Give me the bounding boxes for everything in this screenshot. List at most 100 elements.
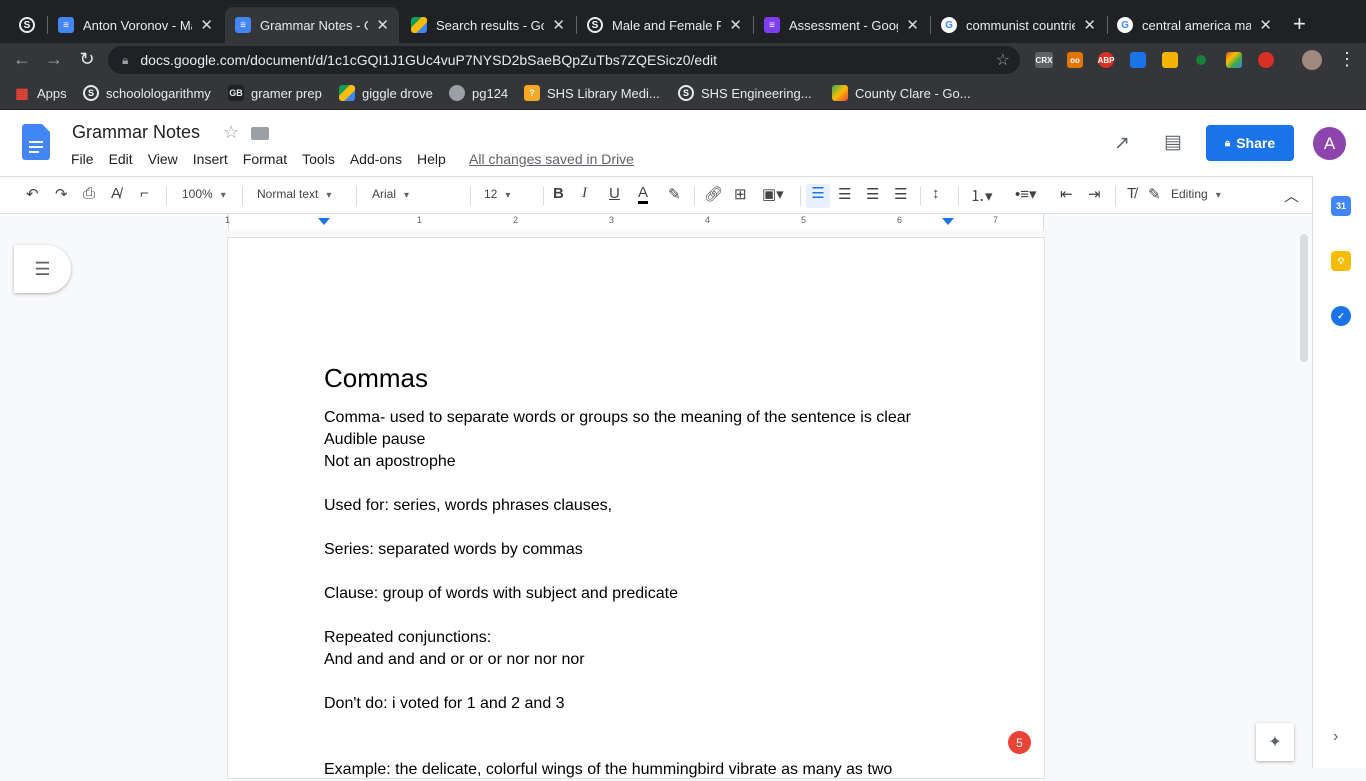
- star-icon[interactable]: ☆: [223, 122, 239, 143]
- tab-5[interactable]: ≡ Assessment - Goog ✕: [754, 7, 929, 43]
- add-comment-icon[interactable]: ⊞: [734, 185, 747, 203]
- tab-2[interactable]: ≡ Grammar Notes - G ✕: [225, 7, 399, 43]
- crx-extension-icon[interactable]: CRX: [1035, 52, 1053, 68]
- profile-avatar[interactable]: [1302, 50, 1322, 70]
- menu-format[interactable]: Format: [243, 151, 287, 167]
- tab-1[interactable]: ≡ Anton Voronov - Ma ✕: [48, 7, 223, 43]
- numbered-list-icon[interactable]: ⒈▾: [970, 185, 993, 206]
- tab-7[interactable]: G central america map ✕: [1107, 7, 1282, 43]
- close-icon[interactable]: ✕: [1083, 16, 1096, 34]
- decrease-indent-icon[interactable]: ⇤: [1060, 185, 1073, 203]
- align-right-icon[interactable]: ☰: [866, 185, 879, 203]
- extension-icon[interactable]: [1130, 52, 1146, 68]
- bookmark-apps[interactable]: ▦ Apps: [14, 85, 66, 101]
- back-button[interactable]: ←: [10, 49, 34, 70]
- font-select[interactable]: Arial: [372, 187, 462, 201]
- expand-panel-icon[interactable]: ›: [1333, 728, 1338, 746]
- text-color-icon[interactable]: A: [638, 185, 649, 204]
- document-title[interactable]: Grammar Notes: [72, 122, 200, 143]
- url-text: docs.google.com/document/d/1c1cGQI1J1GUc…: [140, 52, 718, 68]
- tab-0[interactable]: S: [8, 7, 46, 43]
- menu-help[interactable]: Help: [417, 151, 446, 167]
- comments-icon[interactable]: ▤: [1164, 131, 1182, 154]
- extension-icon[interactable]: [1162, 52, 1178, 68]
- clear-formatting-icon[interactable]: T̸: [1127, 185, 1136, 202]
- bold-icon[interactable]: B: [553, 185, 564, 202]
- underline-icon[interactable]: U: [609, 185, 620, 202]
- folder-icon[interactable]: [251, 127, 269, 140]
- extension-icon[interactable]: [1258, 52, 1274, 68]
- activity-trend-icon[interactable]: ↗: [1114, 132, 1130, 155]
- bookmark-giggle-drove[interactable]: giggle drove: [339, 85, 433, 101]
- toolbar-divider: [958, 186, 959, 206]
- close-icon[interactable]: ✕: [552, 16, 565, 34]
- paint-format-icon[interactable]: ⌐: [140, 185, 149, 202]
- italic-icon[interactable]: I: [582, 185, 587, 202]
- tab-4[interactable]: S Male and Female Re ✕: [577, 7, 752, 43]
- menu-addons[interactable]: Add-ons: [350, 151, 402, 167]
- style-select[interactable]: Normal text: [257, 187, 347, 201]
- comment-count-badge[interactable]: 5: [1008, 731, 1031, 754]
- tab-6[interactable]: G communist countrie ✕: [931, 7, 1106, 43]
- save-status[interactable]: All changes saved in Drive: [469, 151, 634, 167]
- calendar-icon[interactable]: 31: [1331, 196, 1351, 216]
- adblock-extension-icon[interactable]: ABP: [1098, 52, 1114, 68]
- zoom-select[interactable]: 100%: [182, 187, 226, 201]
- account-avatar[interactable]: A: [1313, 127, 1346, 160]
- bookmark-schoology[interactable]: S schoolologarithmy: [83, 85, 211, 101]
- increase-indent-icon[interactable]: ⇥: [1088, 185, 1101, 203]
- font-size-select[interactable]: 12: [484, 187, 534, 201]
- explore-icon[interactable]: ✦: [1256, 723, 1294, 761]
- new-tab-button[interactable]: +: [1293, 11, 1306, 37]
- highlight-icon[interactable]: ✎: [668, 185, 681, 203]
- align-center-icon[interactable]: ☰: [838, 185, 851, 203]
- owl-extension-icon[interactable]: oo: [1067, 52, 1083, 68]
- link-icon[interactable]: 🔗︎: [704, 185, 723, 203]
- share-button[interactable]: 🔒︎ Share: [1206, 125, 1294, 161]
- menu-file[interactable]: File: [71, 151, 94, 167]
- reload-button[interactable]: ↻: [75, 49, 99, 70]
- bookmark-shs-library[interactable]: ? SHS Library Medi...: [524, 85, 660, 101]
- menu-edit[interactable]: Edit: [109, 151, 133, 167]
- tasks-icon[interactable]: ✓: [1331, 306, 1351, 326]
- vertical-scrollbar[interactable]: [1298, 230, 1312, 768]
- close-icon[interactable]: ✕: [1259, 16, 1272, 34]
- line-spacing-icon[interactable]: ↕: [932, 185, 940, 202]
- bulleted-list-icon[interactable]: •≡▾: [1015, 185, 1037, 203]
- menu-tools[interactable]: Tools: [302, 151, 335, 167]
- keep-icon[interactable]: 💡︎: [1331, 251, 1351, 271]
- browser-menu-icon[interactable]: ⋮: [1338, 49, 1356, 70]
- menu-view[interactable]: View: [148, 151, 178, 167]
- bookmark-shs-engineering[interactable]: S SHS Engineering...: [678, 85, 812, 101]
- document-body[interactable]: Commas Comma- used to separate words or …: [324, 364, 911, 781]
- tab-3[interactable]: Search results - Go ✕: [401, 7, 575, 43]
- scrollbar-thumb[interactable]: [1300, 234, 1308, 362]
- menu-bar: File Edit View Insert Format Tools Add-o…: [71, 151, 461, 167]
- bookmark-county-clare[interactable]: County Clare - Go...: [832, 85, 971, 101]
- mode-select[interactable]: Editing: [1171, 187, 1267, 201]
- spellcheck-icon[interactable]: A̸: [111, 185, 121, 202]
- close-icon[interactable]: ✕: [729, 16, 742, 34]
- menu-insert[interactable]: Insert: [193, 151, 228, 167]
- close-icon[interactable]: ✕: [376, 16, 389, 34]
- close-icon[interactable]: ✕: [200, 16, 213, 34]
- omnibox[interactable]: 🔒︎ docs.google.com/document/d/1c1cGQI1J1…: [108, 46, 1020, 74]
- close-icon[interactable]: ✕: [906, 16, 919, 34]
- redo-icon[interactable]: ↷: [55, 185, 68, 203]
- undo-icon[interactable]: ↶: [26, 185, 39, 203]
- forward-button[interactable]: →: [42, 49, 66, 70]
- left-indent-marker[interactable]: [318, 218, 330, 225]
- collapse-toolbar-icon[interactable]: ︿: [1284, 185, 1299, 206]
- bookmark-gramer-prep[interactable]: GB gramer prep: [228, 85, 322, 101]
- bookmark-star-icon[interactable]: ☆: [996, 50, 1010, 70]
- docs-home-icon[interactable]: [22, 124, 50, 160]
- bookmark-pg124[interactable]: pg124: [449, 85, 508, 101]
- extension-icon[interactable]: [1196, 55, 1206, 65]
- right-indent-marker[interactable]: [942, 218, 954, 225]
- document-outline-icon[interactable]: ☰: [14, 245, 71, 293]
- extension-icon[interactable]: [1226, 52, 1242, 68]
- print-icon[interactable]: ⎙: [83, 185, 95, 202]
- justify-icon[interactable]: ☰: [894, 185, 907, 203]
- align-left-icon[interactable]: ☰: [806, 184, 830, 208]
- insert-image-icon[interactable]: ▣▾: [762, 185, 784, 203]
